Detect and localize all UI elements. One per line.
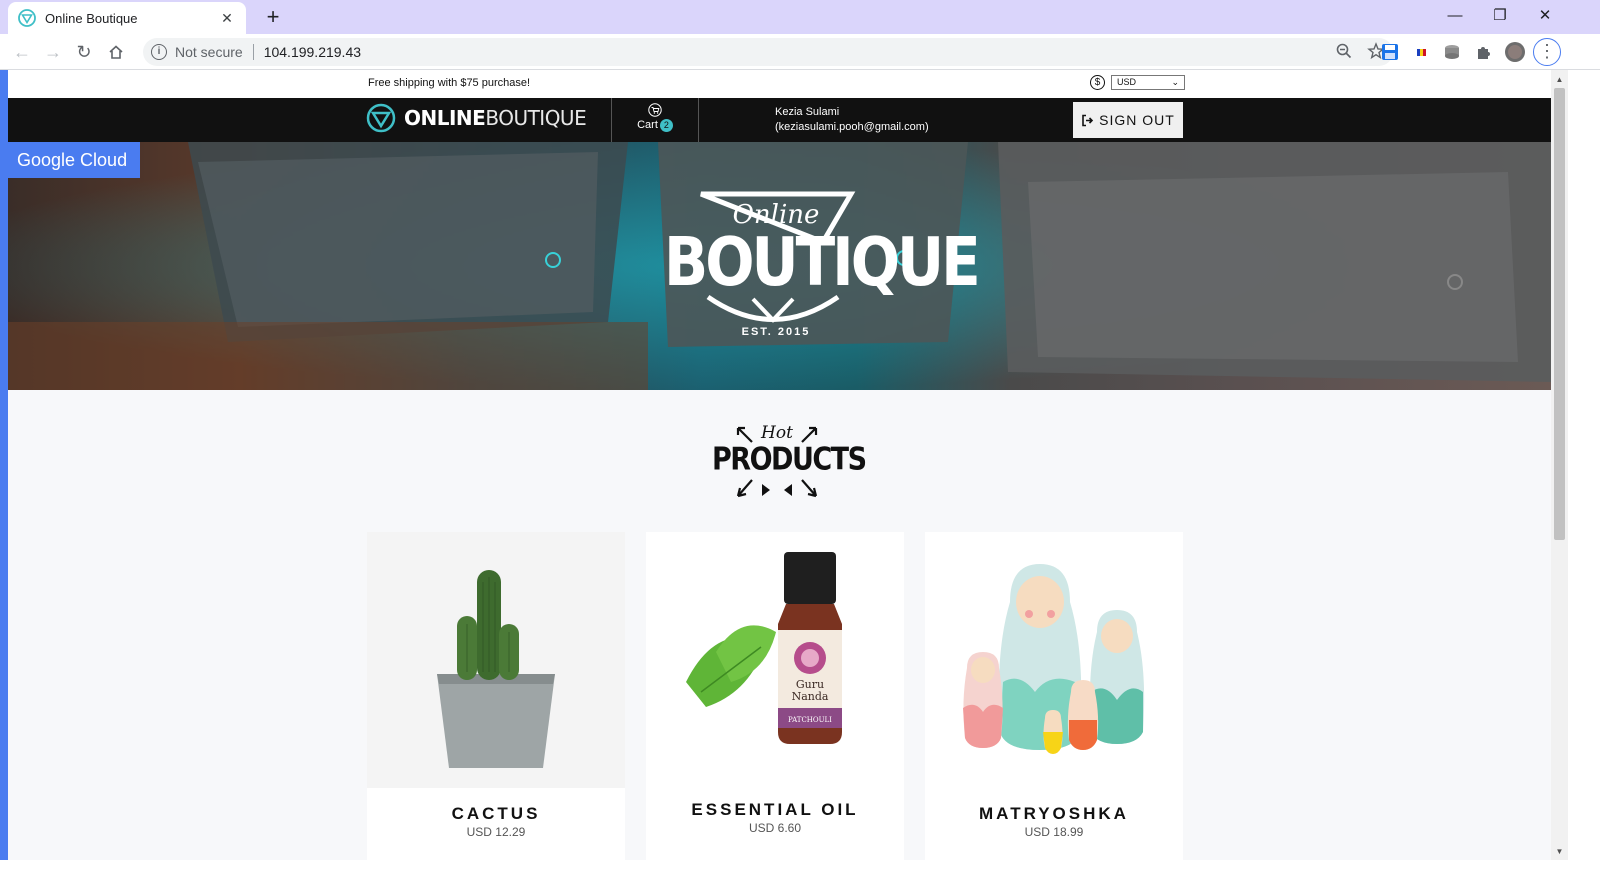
- browser-tab-strip: Online Boutique ✕ + — ❐ ✕: [0, 0, 1600, 34]
- currency-select[interactable]: USD ⌄: [1111, 75, 1185, 90]
- currency-dollar-icon: $: [1090, 75, 1105, 90]
- url-text[interactable]: 104.199.219.43: [264, 44, 361, 60]
- sign-out-icon: [1082, 114, 1094, 126]
- svg-text:PATCHOULI: PATCHOULI: [788, 716, 832, 724]
- sign-out-button[interactable]: SIGN OUT: [1073, 102, 1183, 138]
- cart-count-badge: 2: [659, 119, 673, 132]
- cactus-image: [367, 532, 625, 788]
- cart-label: Cart: [637, 119, 658, 131]
- scroll-down-icon[interactable]: ▼: [1551, 844, 1568, 860]
- product-name[interactable]: ESSENTIAL OIL: [646, 800, 904, 820]
- database-extension-icon[interactable]: [1442, 42, 1462, 62]
- hot-products-heading: Hot PRODUCTS: [712, 422, 867, 502]
- currency-selected-value: USD: [1117, 77, 1137, 87]
- hot-products-script: Hot: [761, 423, 793, 443]
- product-price: USD 6.60: [748, 821, 802, 835]
- boutique-favicon-icon: [18, 9, 36, 27]
- omnibox-actions: [1335, 42, 1385, 60]
- close-window-button[interactable]: ✕: [1522, 2, 1568, 30]
- site-header: ONLINEBOUTIQUE Cart 2 Kezia Sulami (kezia…: [8, 98, 1551, 142]
- user-name: Kezia Sulami: [775, 106, 840, 118]
- hero-logo-est: EST. 2015: [741, 326, 811, 338]
- product-name[interactable]: MATRYOSHKA: [925, 804, 1183, 824]
- google-cloud-badge[interactable]: Google Cloud: [8, 142, 140, 178]
- shipping-notice: Free shipping with $75 purchase!: [368, 77, 531, 89]
- hot-products-main: PRODUCTS: [712, 441, 867, 478]
- minimize-button[interactable]: —: [1432, 2, 1478, 30]
- browser-toolbar: ← → ↻ i Not secure 104.199.219.43 ⋮: [0, 34, 1600, 70]
- currency-switcher: $ USD ⌄: [1090, 75, 1185, 90]
- user-info: Kezia Sulami (keziasulami.pooh@gmail.com…: [775, 105, 929, 135]
- new-tab-button[interactable]: +: [260, 4, 286, 30]
- sign-out-label: SIGN OUT: [1099, 112, 1175, 128]
- user-email: (keziasulami.pooh@gmail.com): [775, 121, 929, 133]
- matryoshka-image: [925, 532, 1183, 788]
- forward-icon[interactable]: →: [39, 38, 67, 66]
- logo-light: BOUTIQUE: [485, 106, 587, 130]
- cart-icon: [648, 103, 662, 117]
- site-info-icon[interactable]: i: [151, 44, 167, 60]
- address-bar[interactable]: i Not secure 104.199.219.43: [143, 38, 1393, 66]
- product-price: USD 12.29: [466, 825, 526, 839]
- extensions-puzzle-icon[interactable]: [1474, 42, 1494, 62]
- hero-logo-main: BOUTIQUE: [664, 222, 981, 302]
- reload-icon[interactable]: ↻: [70, 38, 98, 66]
- product-price: USD 18.99: [1024, 825, 1084, 839]
- boutique-logo-icon: [366, 103, 396, 133]
- chevron-down-icon: ⌄: [1171, 77, 1179, 87]
- svg-text:Nanda: Nanda: [792, 690, 829, 703]
- essential-oil-image: Guru Nanda PATCHOULI: [646, 532, 904, 788]
- tab-close-icon[interactable]: ✕: [218, 10, 236, 27]
- browser-menu-icon[interactable]: ⋮: [1533, 38, 1561, 66]
- promo-bar: Free shipping with $75 purchase! $ USD ⌄: [8, 70, 1551, 98]
- logo-bold: ONLINE: [404, 106, 486, 130]
- save-extension-icon[interactable]: [1380, 42, 1400, 62]
- back-icon[interactable]: ←: [8, 38, 36, 66]
- restore-button[interactable]: ❐: [1477, 2, 1523, 30]
- logo-wordmark: ONLINEBOUTIQUE: [404, 106, 587, 130]
- home-icon[interactable]: [102, 38, 130, 66]
- tab-title: Online Boutique: [45, 10, 138, 26]
- omnibox-divider: [252, 44, 254, 60]
- product-card-essential-oil[interactable]: Guru Nanda PATCHOULI ESSENTIAL OIL USD 6…: [646, 532, 904, 872]
- zoom-icon[interactable]: [1335, 42, 1353, 60]
- cart-link[interactable]: Cart 2: [611, 98, 699, 142]
- product-name[interactable]: CACTUS: [367, 804, 625, 824]
- security-label: Not secure: [175, 44, 243, 60]
- profile-avatar-icon[interactable]: [1505, 42, 1525, 62]
- flag-extension-icon[interactable]: [1412, 42, 1432, 62]
- scrollbar-thumb[interactable]: [1554, 88, 1565, 540]
- browser-tab[interactable]: Online Boutique ✕: [8, 2, 246, 34]
- scroll-up-icon[interactable]: ▲: [1551, 72, 1568, 88]
- site-logo[interactable]: ONLINEBOUTIQUE: [366, 103, 587, 133]
- left-edge-strip: [0, 70, 8, 860]
- product-card-cactus[interactable]: CACTUS USD 12.29: [367, 532, 625, 872]
- product-card-matryoshka[interactable]: MATRYOSHKA USD 18.99: [925, 532, 1183, 872]
